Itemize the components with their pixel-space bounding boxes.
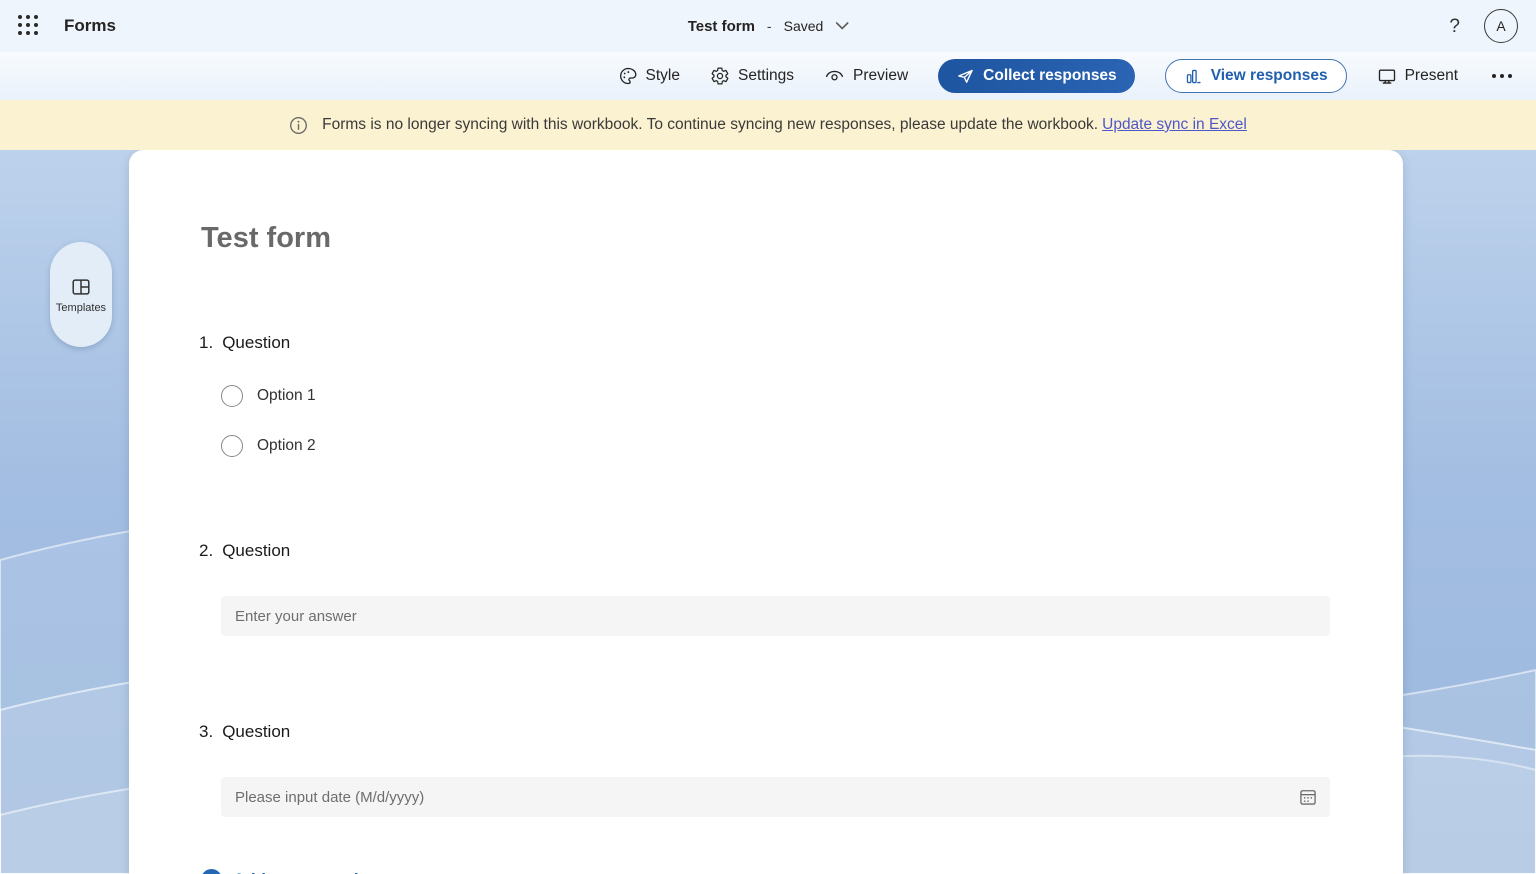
option-2[interactable]: Option 2 bbox=[221, 435, 1403, 457]
question-3-heading: 3. Question bbox=[199, 722, 1403, 742]
preview-button[interactable]: Preview bbox=[824, 66, 908, 86]
option-2-label: Option 2 bbox=[257, 437, 316, 455]
question-3-title: Question bbox=[222, 722, 290, 742]
radio-icon[interactable] bbox=[221, 435, 243, 457]
option-1[interactable]: Option 1 bbox=[221, 385, 1403, 407]
collect-responses-button[interactable]: Collect responses bbox=[938, 59, 1135, 93]
form-card: Test form 1. Question Option 1 Option 2 bbox=[129, 150, 1403, 874]
collect-responses-label: Collect responses bbox=[983, 67, 1117, 85]
settings-button[interactable]: Settings bbox=[710, 66, 794, 86]
question-2-heading: 2. Question bbox=[199, 541, 1403, 561]
style-label: Style bbox=[646, 67, 680, 85]
templates-icon bbox=[70, 276, 92, 298]
gear-icon bbox=[710, 66, 730, 86]
question-3[interactable]: 3. Question bbox=[199, 722, 1403, 817]
save-status: Saved bbox=[784, 18, 824, 34]
form-toolbar: Style Settings Preview Collect responses… bbox=[0, 52, 1536, 100]
question-2-answer bbox=[221, 596, 1330, 636]
question-2[interactable]: 2. Question bbox=[199, 541, 1403, 636]
main-area: Templates Test form 1. Question Option 1… bbox=[0, 150, 1536, 874]
templates-button[interactable]: Templates bbox=[50, 242, 112, 347]
title-separator: - bbox=[767, 18, 772, 34]
view-responses-button[interactable]: View responses bbox=[1165, 59, 1347, 93]
document-title-menu[interactable]: Test form - Saved bbox=[688, 0, 849, 52]
app-name: Forms bbox=[64, 16, 116, 36]
sync-warning-banner: Forms is no longer syncing with this wor… bbox=[0, 100, 1536, 150]
form-title[interactable]: Test form bbox=[201, 222, 1403, 255]
eye-icon bbox=[824, 66, 845, 86]
style-button[interactable]: Style bbox=[618, 66, 680, 86]
templates-label: Templates bbox=[56, 302, 106, 314]
account-avatar[interactable]: A bbox=[1484, 9, 1518, 43]
preview-label: Preview bbox=[853, 67, 908, 85]
topbar-right: ? A bbox=[1449, 9, 1518, 43]
calendar-icon[interactable] bbox=[1298, 787, 1318, 807]
bar-chart-icon bbox=[1184, 67, 1203, 86]
present-label: Present bbox=[1405, 67, 1458, 85]
radio-icon[interactable] bbox=[221, 385, 243, 407]
document-title: Test form bbox=[688, 18, 755, 35]
question-1[interactable]: 1. Question Option 1 Option 2 bbox=[199, 333, 1403, 457]
date-answer-input[interactable] bbox=[221, 777, 1330, 817]
settings-label: Settings bbox=[738, 67, 794, 85]
more-options-icon[interactable] bbox=[1488, 70, 1516, 82]
palette-icon bbox=[618, 66, 638, 86]
question-2-number: 2. bbox=[199, 541, 213, 561]
question-1-title: Question bbox=[222, 333, 290, 353]
help-button[interactable]: ? bbox=[1449, 17, 1460, 36]
monitor-icon bbox=[1377, 66, 1397, 86]
add-new-question-button[interactable]: + Add new question bbox=[201, 869, 1403, 874]
text-answer-input[interactable] bbox=[221, 596, 1330, 636]
chevron-down-icon bbox=[835, 22, 848, 30]
info-icon bbox=[289, 116, 308, 135]
app-launcher-icon[interactable] bbox=[18, 15, 40, 37]
sync-warning-text: Forms is no longer syncing with this wor… bbox=[322, 116, 1098, 134]
plus-icon: + bbox=[201, 869, 222, 874]
option-1-label: Option 1 bbox=[257, 387, 316, 405]
question-3-answer bbox=[221, 777, 1330, 817]
question-1-options: Option 1 Option 2 bbox=[221, 385, 1403, 457]
question-1-heading: 1. Question bbox=[199, 333, 1403, 353]
add-new-question-label: Add new question bbox=[233, 870, 379, 874]
top-app-bar: Forms Test form - Saved ? A bbox=[0, 0, 1536, 52]
question-1-number: 1. bbox=[199, 333, 213, 353]
update-sync-link[interactable]: Update sync in Excel bbox=[1102, 116, 1247, 134]
question-2-title: Question bbox=[222, 541, 290, 561]
present-button[interactable]: Present bbox=[1377, 66, 1458, 86]
send-icon bbox=[956, 67, 975, 86]
view-responses-label: View responses bbox=[1211, 67, 1328, 85]
question-3-number: 3. bbox=[199, 722, 213, 742]
